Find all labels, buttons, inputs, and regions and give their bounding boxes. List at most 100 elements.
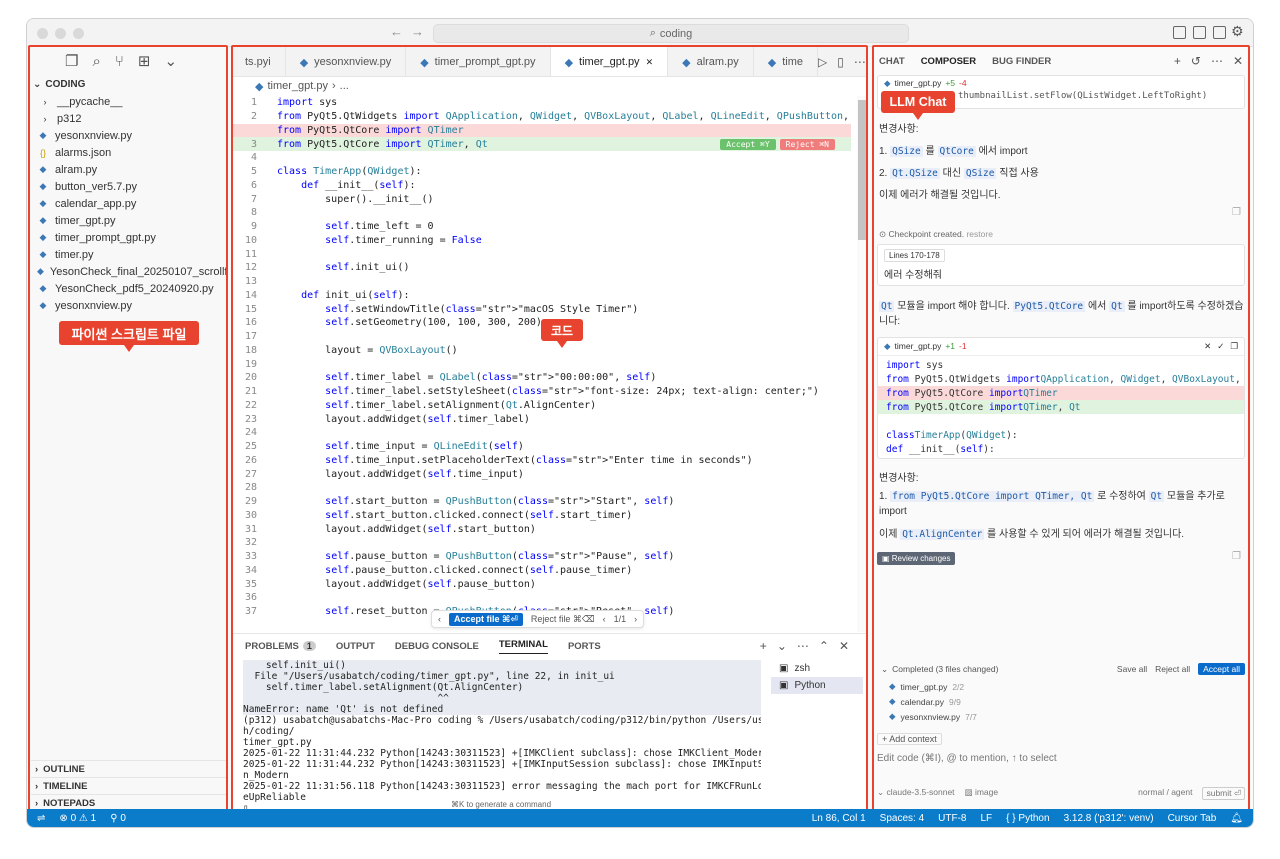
check-icon[interactable]: ✓ [1217, 341, 1224, 352]
code-line[interactable]: 7 super().__init__() [231, 192, 851, 206]
bell-icon[interactable]: 🔔︎ [1230, 813, 1243, 824]
sidebar-item[interactable]: › p312 [29, 110, 227, 127]
eol[interactable]: LF [981, 813, 993, 824]
sidebar-item[interactable]: ◆ YesonCheck_final_20250107_scrollf... [29, 263, 227, 280]
tab-chat[interactable]: CHAT [879, 56, 905, 67]
code-line[interactable]: 14 def init_ui(self): [231, 289, 851, 303]
split-editor-icon[interactable]: ▯ [837, 55, 844, 69]
code-line[interactable]: 4 [231, 151, 851, 165]
sidebar-item[interactable]: ◆ alram.py [29, 161, 227, 178]
cursor-position[interactable]: Ln 86, Col 1 [812, 813, 866, 824]
close-icon[interactable]: ✕ [1204, 341, 1211, 352]
code-line[interactable]: 20 self.timer_label = QLabel(class="str"… [231, 371, 851, 385]
tab-composer[interactable]: COMPOSER [921, 56, 976, 67]
copy-icon[interactable]: ❐ [1230, 341, 1238, 352]
minimize-window-button[interactable] [55, 28, 66, 39]
code-line[interactable]: 28 [231, 481, 851, 495]
editor-tab[interactable]: ◆ timer_gpt.py ✕ [550, 47, 669, 76]
more-icon[interactable]: ⋯ [1211, 54, 1223, 68]
changed-file-item[interactable]: ◆ yesonxnview.py 7/7 [877, 709, 1245, 724]
extensions-icon[interactable]: ⊞ [138, 52, 151, 70]
sidebar-item[interactable]: ◆ button_ver5.7.py [29, 178, 227, 195]
forward-arrow-icon[interactable]: → [411, 24, 424, 39]
sidebar-item[interactable]: ◆ timer.py [29, 246, 227, 263]
toggle-panel-icon[interactable] [1193, 26, 1206, 39]
lines-chip[interactable]: Lines 170-178 [884, 249, 945, 262]
code-line[interactable]: 6 def __init__(self): [231, 179, 851, 193]
sidebar-item[interactable]: ◆ yesonxnview.py [29, 297, 227, 314]
editor-scrollbar[interactable] [857, 96, 867, 632]
code-line[interactable]: 11 [231, 247, 851, 261]
code-line[interactable]: 15 self.setWindowTitle(class="str">"macO… [231, 302, 851, 316]
chevron-left-icon[interactable]: ‹ [603, 614, 606, 624]
tab-problems[interactable]: PROBLEMS 1 [245, 640, 316, 652]
indentation[interactable]: Spaces: 4 [880, 813, 924, 824]
editor-tab[interactable]: ◆ yesonxnview.py [286, 47, 407, 76]
back-arrow-icon[interactable]: ← [390, 24, 403, 39]
encoding[interactable]: UTF-8 [938, 813, 966, 824]
code-line[interactable]: 26 self.time_input.setPlaceholderText(cl… [231, 454, 851, 468]
model-selector[interactable]: ⌄ claude-3.5-sonnet [877, 787, 955, 800]
sidebar-item[interactable]: ◆ calendar_app.py [29, 195, 227, 212]
timeline-section[interactable]: › TIMELINE [31, 777, 227, 794]
code-line[interactable]: 25 self.time_input = QLineEdit(self) [231, 440, 851, 454]
image-button[interactable]: ▨ image [965, 787, 999, 800]
breadcrumb-more[interactable]: ... [340, 80, 349, 92]
explorer-section-header[interactable]: ⌄ CODING [29, 75, 227, 93]
command-search[interactable]: ⌕ coding [433, 24, 909, 43]
code-editor[interactable]: 1 import sys 2 from PyQt5.QtWidgets import … [231, 96, 851, 632]
code-line[interactable]: 23 layout.addWidget(self.timer_label) [231, 412, 851, 426]
code-line[interactable]: 29 self.start_button = QPushButton(class… [231, 495, 851, 509]
chevron-down-icon[interactable]: ⌄ [881, 664, 888, 675]
editor-tab[interactable]: ◆ timer_prompt_gpt.py [406, 47, 551, 76]
submit-button[interactable]: submit ⏎ [1202, 787, 1245, 800]
close-icon[interactable]: ✕ [646, 57, 654, 68]
chevron-up-icon[interactable]: ⌃ [819, 639, 829, 653]
review-changes-button[interactable]: ▣ Review changes [877, 552, 956, 565]
outline-section[interactable]: › OUTLINE [31, 760, 227, 777]
copy-icon[interactable]: ❐ [1232, 207, 1241, 218]
code-line[interactable]: 27 layout.addWidget(self.time_input) [231, 467, 851, 481]
code-line[interactable]: 13 [231, 275, 851, 289]
sidebar-item[interactable]: ◆ timer_gpt.py [29, 212, 227, 229]
code-line[interactable]: 10 self.timer_running = False [231, 234, 851, 248]
changed-file-item[interactable]: ◆ calendar.py 9/9 [877, 694, 1245, 709]
chat-input[interactable]: Edit code (⌘I), @ to mention, ↑ to selec… [877, 753, 1057, 764]
code-line[interactable]: from PyQt5.QtCore import QTimer [231, 123, 851, 138]
chevron-down-icon[interactable]: ⌄ [164, 52, 177, 70]
reject-file-button[interactable]: Reject file ⌘⌫ [531, 614, 595, 625]
restore-link[interactable]: restore [966, 229, 992, 239]
history-icon[interactable]: ↺ [1191, 54, 1201, 68]
inline-accept-button[interactable]: Accept ⌘Y [720, 138, 776, 150]
tab-ports[interactable]: PORTS [568, 641, 601, 652]
mode-selector[interactable]: normal / agent [1138, 787, 1192, 800]
code-line[interactable]: 31 layout.addWidget(self.start_button) [231, 522, 851, 536]
chevron-down-icon[interactable]: ⌄ [777, 639, 787, 653]
plus-icon[interactable]: + [1174, 54, 1181, 68]
code-line[interactable]: 5 class TimerApp(QWidget): [231, 165, 851, 179]
tab-debug-console[interactable]: DEBUG CONSOLE [395, 641, 479, 652]
run-icon[interactable]: ▷ [818, 55, 827, 69]
terminal-output[interactable]: self.init_ui() File "/Users/usabatch/cod… [243, 660, 761, 810]
sidebar-item[interactable]: ◆ timer_prompt_gpt.py [29, 229, 227, 246]
gear-icon[interactable]: ⚙ [1231, 23, 1244, 40]
tab-output[interactable]: OUTPUT [336, 641, 375, 652]
accept-all-button[interactable]: Accept all [1198, 663, 1245, 675]
search-icon[interactable]: ⌕ [92, 53, 100, 70]
cursor-tab[interactable]: Cursor Tab [1168, 813, 1217, 824]
add-context-button[interactable]: + Add context [877, 733, 942, 745]
sidebar-item[interactable]: {} alarms.json [29, 144, 227, 161]
code-line[interactable]: 33 self.pause_button = QPushButton(class… [231, 550, 851, 564]
tab-bug-finder[interactable]: BUG FINDER [992, 56, 1051, 67]
language-mode[interactable]: { } Python [1006, 813, 1049, 824]
plus-icon[interactable]: + [760, 639, 767, 653]
sidebar-item[interactable]: ◆ yesonxnview.py [29, 127, 227, 144]
tab-terminal[interactable]: TERMINAL [498, 639, 548, 654]
remote-icon[interactable]: ⇌ [37, 813, 45, 824]
code-line[interactable]: 3 from PyQt5.QtCore import QTimer, Qt Acce… [231, 137, 851, 151]
code-line[interactable]: 12 self.init_ui() [231, 261, 851, 275]
python-interpreter[interactable]: 3.12.8 ('p312': venv) [1064, 813, 1154, 824]
reject-all-button[interactable]: Reject all [1155, 664, 1190, 674]
sidebar-item[interactable]: › __pycache__ [29, 93, 227, 110]
editor-tab[interactable]: ◆ time [754, 47, 819, 76]
